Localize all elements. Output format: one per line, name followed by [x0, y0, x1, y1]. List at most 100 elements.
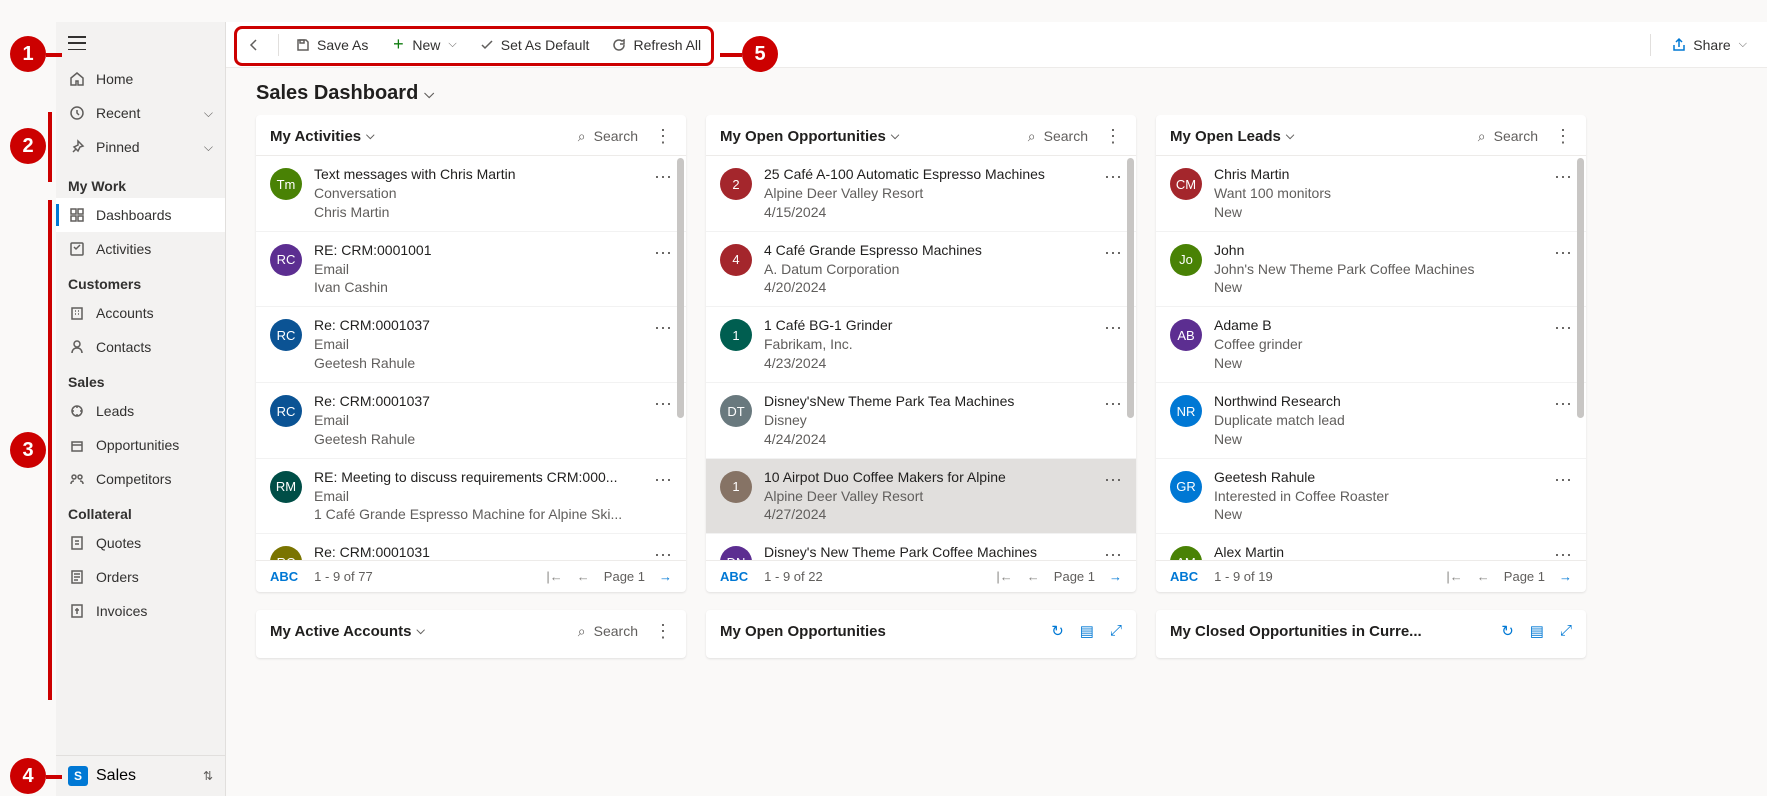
nav-leads[interactable]: Leads: [56, 394, 225, 428]
row-more-icon[interactable]: ⋯: [1554, 243, 1572, 264]
row-more-icon[interactable]: ⋯: [654, 394, 672, 415]
row-more-icon[interactable]: ⋯: [1104, 545, 1122, 560]
list-item[interactable]: RCRE: CRM:0001001EmailIvan Cashin⋯: [256, 232, 686, 308]
abc-toggle[interactable]: ABC: [720, 569, 748, 584]
save-as-button[interactable]: Save As: [285, 31, 378, 59]
list-item[interactable]: RCRe: CRM:0001037EmailGeetesh Rahule⋯: [256, 307, 686, 383]
row-more-icon[interactable]: ⋯: [654, 318, 672, 339]
nav-quotes[interactable]: Quotes: [56, 526, 225, 560]
list-item[interactable]: 11 Café BG-1 GrinderFabrikam, Inc.4/23/2…: [706, 307, 1136, 383]
row-more-icon[interactable]: ⋯: [1554, 394, 1572, 415]
row-more-icon[interactable]: ⋯: [1104, 470, 1122, 491]
prev-page[interactable]: ←: [1477, 569, 1490, 584]
search-button[interactable]: ⌕ Search: [578, 623, 638, 640]
more-icon[interactable]: ⋮: [654, 127, 672, 145]
refresh-icon[interactable]: ↻: [1051, 622, 1064, 640]
list-item[interactable]: 225 Café A-100 Automatic Espresso Machin…: [706, 156, 1136, 232]
more-icon[interactable]: ⋮: [1104, 127, 1122, 145]
nav-opportunities[interactable]: Opportunities: [56, 428, 225, 462]
list-item[interactable]: RCRe: CRM:0001031EmailDevansh Choure⋯: [256, 534, 686, 560]
refresh-icon[interactable]: ↻: [1501, 622, 1514, 640]
share-button[interactable]: Share ⌵: [1661, 31, 1757, 59]
more-icon[interactable]: ⋮: [1554, 127, 1572, 145]
list-item[interactable]: RCRe: CRM:0001037EmailGeetesh Rahule⋯: [256, 383, 686, 459]
row-more-icon[interactable]: ⋯: [1104, 394, 1122, 415]
abc-toggle[interactable]: ABC: [1170, 569, 1198, 584]
list-item[interactable]: JoJohnJohn's New Theme Park Coffee Machi…: [1156, 232, 1586, 308]
list-item[interactable]: AMAlex MartinTesting duplicate matching …: [1156, 534, 1586, 560]
row-content: RE: CRM:0001001EmailIvan Cashin: [314, 241, 642, 298]
search-button[interactable]: ⌕ Search: [578, 128, 638, 145]
scrollbar[interactable]: [1127, 158, 1134, 418]
nav-orders[interactable]: Orders: [56, 560, 225, 594]
nav-invoices[interactable]: Invoices: [56, 594, 225, 628]
nav-contacts[interactable]: Contacts: [56, 330, 225, 364]
row-more-icon[interactable]: ⋯: [1554, 545, 1572, 560]
row-more-icon[interactable]: ⋯: [654, 470, 672, 491]
prev-page[interactable]: ←: [577, 569, 590, 584]
set-default-button[interactable]: Set As Default: [469, 31, 600, 59]
first-page[interactable]: |←: [996, 569, 1012, 584]
scrollbar[interactable]: [677, 158, 684, 418]
first-page[interactable]: |←: [1446, 569, 1462, 584]
row-more-icon[interactable]: ⋯: [1104, 318, 1122, 339]
abc-toggle[interactable]: ABC: [270, 569, 298, 584]
card-title[interactable]: My Active Accounts⌵: [270, 623, 425, 640]
row-more-icon[interactable]: ⋯: [1554, 318, 1572, 339]
nav-activities[interactable]: Activities: [56, 232, 225, 266]
avatar: 2: [720, 168, 752, 200]
row-more-icon[interactable]: ⋯: [654, 167, 672, 188]
expand-icon[interactable]: ⤢: [1110, 622, 1122, 640]
annotation-2: 2: [10, 128, 46, 164]
search-button[interactable]: ⌕ Search: [1028, 128, 1088, 145]
card-title[interactable]: My Open Opportunities⌵: [720, 128, 899, 145]
page-title[interactable]: Sales Dashboard ⌵: [226, 68, 1767, 115]
next-page[interactable]: →: [1559, 569, 1572, 584]
nav-home[interactable]: Home: [56, 62, 225, 96]
nav-label: Leads: [96, 403, 134, 419]
hamburger-menu[interactable]: [68, 36, 86, 50]
card-body: CMChris MartinWant 100 monitorsNew⋯JoJoh…: [1156, 156, 1586, 560]
refresh-button[interactable]: Refresh All: [601, 31, 711, 59]
next-page[interactable]: →: [1109, 569, 1122, 584]
card-title[interactable]: My Activities⌵: [270, 128, 375, 145]
list-item[interactable]: ABAdame BCoffee grinderNew⋯: [1156, 307, 1586, 383]
list-item[interactable]: TmText messages with Chris MartinConvers…: [256, 156, 686, 232]
nav-accounts[interactable]: Accounts: [56, 296, 225, 330]
nav-recent[interactable]: Recent ⌵: [56, 96, 225, 130]
list-item[interactable]: RMRE: Meeting to discuss requirements CR…: [256, 459, 686, 535]
back-button[interactable]: [236, 31, 272, 59]
row-line: New: [1214, 430, 1542, 449]
row-more-icon[interactable]: ⋯: [1104, 243, 1122, 264]
list-item[interactable]: CMChris MartinWant 100 monitorsNew⋯: [1156, 156, 1586, 232]
list-item[interactable]: 110 Airpot Duo Coffee Makers for AlpineA…: [706, 459, 1136, 535]
card-title[interactable]: My Open Leads⌵: [1170, 128, 1294, 145]
search-button[interactable]: ⌕ Search: [1478, 128, 1538, 145]
nav-competitors[interactable]: Competitors: [56, 462, 225, 496]
competitors-icon: [68, 470, 86, 488]
list-item[interactable]: 44 Café Grande Espresso MachinesA. Datum…: [706, 232, 1136, 308]
search-icon: ⌕: [578, 623, 586, 640]
records-icon[interactable]: ▤: [1530, 622, 1544, 640]
expand-icon[interactable]: ⤢: [1560, 622, 1572, 640]
app-switcher[interactable]: S Sales ⇅: [56, 755, 225, 796]
first-page[interactable]: |←: [546, 569, 562, 584]
new-button[interactable]: + New ⌵: [380, 31, 466, 59]
row-more-icon[interactable]: ⋯: [1554, 470, 1572, 491]
row-more-icon[interactable]: ⋯: [1554, 167, 1572, 188]
row-more-icon[interactable]: ⋯: [1104, 167, 1122, 188]
nav-dashboards[interactable]: Dashboards: [56, 198, 225, 232]
list-item[interactable]: DNDisney's New Theme Park Coffee Machine…: [706, 534, 1136, 560]
list-item[interactable]: DTDisney'sNew Theme Park Tea MachinesDis…: [706, 383, 1136, 459]
prev-page[interactable]: ←: [1027, 569, 1040, 584]
list-item[interactable]: NRNorthwind ResearchDuplicate match lead…: [1156, 383, 1586, 459]
records-icon[interactable]: ▤: [1080, 622, 1094, 640]
row-more-icon[interactable]: ⋯: [654, 243, 672, 264]
list-item[interactable]: GRGeetesh RahuleInterested in Coffee Roa…: [1156, 459, 1586, 535]
search-icon: ⌕: [578, 128, 586, 145]
row-more-icon[interactable]: ⋯: [654, 545, 672, 560]
more-icon[interactable]: ⋮: [654, 622, 672, 640]
scrollbar[interactable]: [1577, 158, 1584, 418]
next-page[interactable]: →: [659, 569, 672, 584]
nav-pinned[interactable]: Pinned ⌵: [56, 130, 225, 164]
